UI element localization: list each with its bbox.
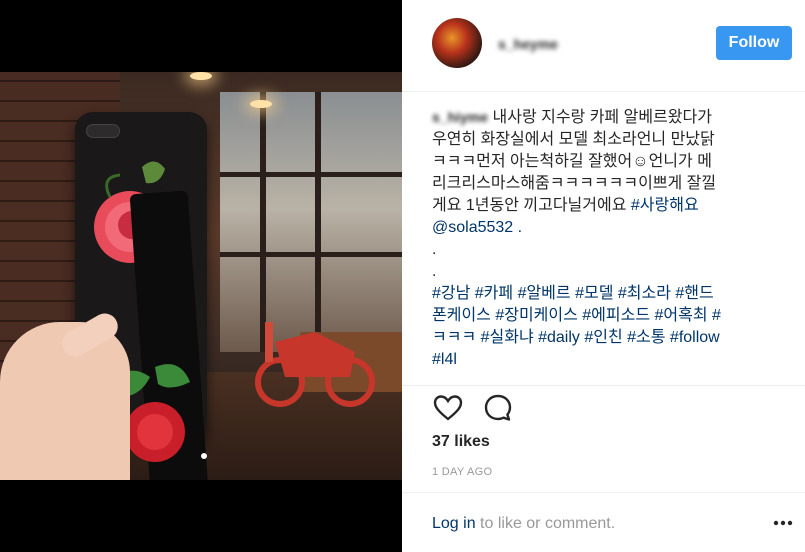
caption-line: ㅋㅋㅋ먼저 아는척하길 잘했어☺언니가 메 [432,153,712,170]
post-header: s_heyme Follow [402,0,805,92]
hashtag-line[interactable]: 폰케이스 #장미케이스 #에피소드 #어혹최 # [432,305,777,327]
comment-icon[interactable] [482,392,514,424]
caption-line: . [432,263,437,280]
hashtag-line[interactable]: #l4l [432,349,777,371]
post-photo [0,72,402,480]
login-prompt: Log in to like or comment. [432,515,615,533]
avatar[interactable] [432,18,482,68]
hashtag-line[interactable]: #강남 #카페 #알베르 #모델 #최소라 #핸드 [432,283,777,305]
caption-line: 게요 1년동안 끼고다닐거에요 [432,197,627,214]
login-prompt-text: to like or comment. [475,515,616,532]
caption-line: . [432,241,437,258]
login-link[interactable]: Log in [432,515,476,532]
follow-button[interactable]: Follow [716,26,792,60]
post-side-panel: s_heyme Follow s_hiyme 내사랑 지수랑 카페 알베르왔다가… [402,0,805,552]
carousel-dot[interactable] [201,453,207,459]
caption: s_hiyme 내사랑 지수랑 카페 알베르왔다가 우연히 화장실에서 모델 최… [432,106,777,371]
hashtag-link[interactable]: #사랑해요 [631,197,699,214]
more-options-icon[interactable] [772,513,794,533]
mention-link[interactable]: @sola5532 . [432,217,777,239]
caption-line: 내사랑 지수랑 카페 알베르왔다가 [492,109,712,126]
likes-count[interactable]: 37 likes [432,433,490,451]
post-media [0,0,402,552]
caption-line: 우연히 화장실에서 모델 최소라언니 만났닭 [432,131,715,148]
heart-icon[interactable] [432,392,464,424]
hashtag-line[interactable]: ㅋㅋㅋ #실화냐 #daily #인친 #소통 #follow [432,327,777,349]
caption-username[interactable]: s_hiyme [432,109,488,125]
post-date[interactable]: 1 DAY AGO [432,466,492,478]
username[interactable]: s_heyme [498,36,558,52]
caption-line: 리크리스마스해줌ㅋㅋㅋㅋㅋㅋ이쁘게 잘낄 [432,175,717,192]
